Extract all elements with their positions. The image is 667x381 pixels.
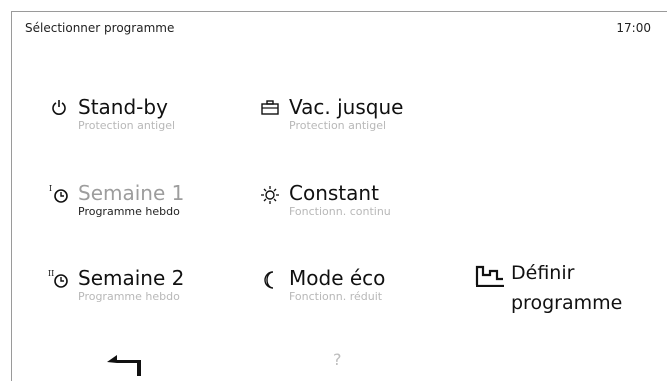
suitcase-icon xyxy=(259,96,281,118)
program-subtitle: Protection antigel xyxy=(289,119,387,132)
program-subtitle: Programme hebdo xyxy=(78,205,180,218)
program-title: Constant xyxy=(289,181,379,205)
moon-icon xyxy=(259,267,281,289)
clock-1-icon: I xyxy=(48,182,70,204)
schedule-graph-icon xyxy=(474,263,506,288)
program-constant[interactable]: Constant Fonctionn. continu xyxy=(259,182,459,227)
program-standby[interactable]: Stand-by Protection antigel xyxy=(48,96,238,141)
program-subtitle: Fonctionn. continu xyxy=(289,205,391,218)
program-subtitle: Programme hebdo xyxy=(78,290,180,303)
page-title: Sélectionner programme xyxy=(25,21,175,35)
svg-text:II: II xyxy=(48,269,54,278)
program-title: Stand-by xyxy=(78,95,168,119)
program-week2[interactable]: II Semaine 2 Programme hebdo xyxy=(48,267,238,312)
program-title: Vac. jusque xyxy=(289,95,404,119)
program-subtitle: Fonctionn. réduit xyxy=(289,290,383,303)
program-subtitle: Protection antigel xyxy=(78,119,176,132)
program-vacation[interactable]: Vac. jusque Protection antigel xyxy=(259,96,459,141)
clock: 17:00 xyxy=(616,21,651,35)
power-icon xyxy=(48,96,70,118)
sun-icon xyxy=(259,182,281,204)
define-label-line2: programme xyxy=(511,292,623,314)
program-week1[interactable]: I Semaine 1 Programme hebdo xyxy=(48,182,238,227)
help-button[interactable]: ? xyxy=(333,350,342,369)
back-arrow-icon xyxy=(104,355,142,380)
program-eco[interactable]: Mode éco Fonctionn. réduit xyxy=(259,267,459,312)
define-label-line1: Définir xyxy=(511,262,575,284)
clock-2-icon: II xyxy=(48,267,70,289)
program-title: Semaine 2 xyxy=(78,266,185,290)
program-title: Mode éco xyxy=(289,266,386,290)
define-program-button[interactable]: Définir programme xyxy=(474,258,664,320)
svg-text:I: I xyxy=(49,184,52,193)
back-button[interactable] xyxy=(104,352,142,376)
program-title: Semaine 1 xyxy=(78,181,185,205)
